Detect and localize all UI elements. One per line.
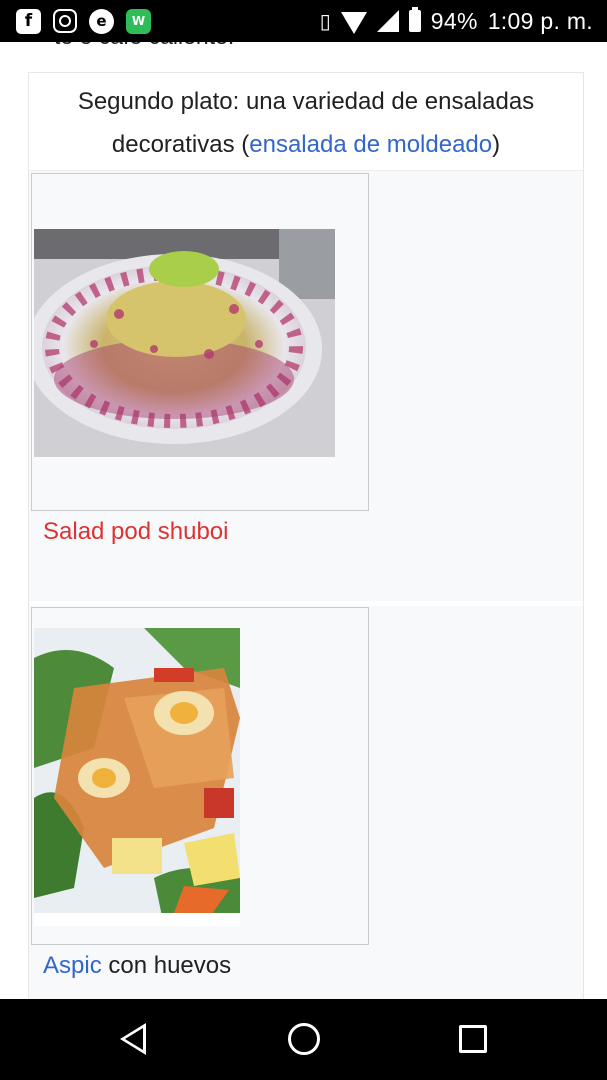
navigation-bar <box>0 999 607 1080</box>
gallery-caption: Segundo plato: una variedad de ensaladas… <box>29 73 583 171</box>
back-icon-inner <box>125 1028 143 1050</box>
recent-apps-icon[interactable] <box>459 1025 487 1053</box>
facebook-icon: f <box>16 8 41 34</box>
article-content[interactable]: te o café caliente. Segundo plato: una v… <box>0 42 607 999</box>
instagram-icon <box>53 9 77 33</box>
gallery-item-label: Salad pod shuboi <box>43 518 228 546</box>
aspic-con-huevos-image[interactable] <box>34 628 240 926</box>
caption-suffix: ) <box>492 131 501 158</box>
status-bar: f e W ▯ 94% 1:09 p. m. <box>0 0 607 42</box>
gallery-image-frame[interactable] <box>31 173 369 511</box>
previous-text-line: te o café caliente. <box>54 42 234 50</box>
aspic-link[interactable]: Aspic <box>43 952 102 979</box>
gallery-divider <box>29 601 583 606</box>
system-icons: ▯ 94% 1:09 p. m. <box>320 6 593 36</box>
battery-percent: 94% <box>430 7 478 34</box>
e-app-icon: e <box>89 8 114 34</box>
clock: 1:09 p. m. <box>487 7 593 34</box>
webtoon-icon: W <box>126 8 151 34</box>
notification-icons: f e W <box>16 8 151 34</box>
caption-link[interactable]: ensalada de moldeado <box>249 131 492 158</box>
wifi-icon <box>340 12 367 34</box>
salad-pod-shuboi-image[interactable] <box>34 229 335 457</box>
image-gallery: Segundo plato: una variedad de ensaladas… <box>28 72 584 999</box>
battery-icon <box>408 7 421 32</box>
home-icon[interactable] <box>288 1023 320 1055</box>
signal-icon <box>376 10 399 32</box>
gallery-item-label: Aspic con huevos <box>43 952 231 980</box>
salad-pod-shuboi-link[interactable]: Salad pod shuboi <box>43 518 228 545</box>
gallery-image-frame[interactable] <box>31 607 369 945</box>
label-text: con huevos <box>101 952 232 979</box>
vibrate-icon: ▯ <box>319 10 331 33</box>
